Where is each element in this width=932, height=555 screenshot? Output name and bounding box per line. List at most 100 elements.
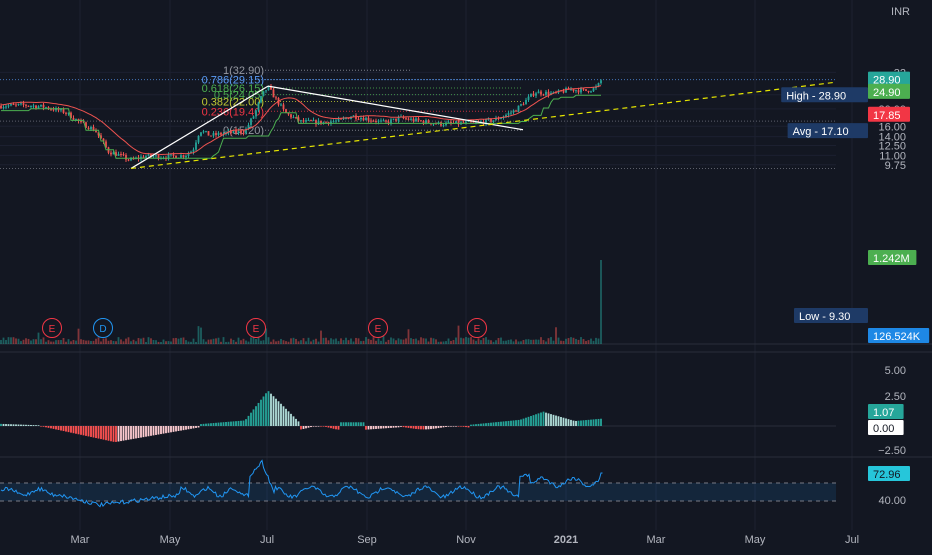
macd-histogram-bar [117,426,120,442]
macd-histogram-bar [420,426,422,430]
volume-bar [307,337,310,344]
macd-histogram-bar [390,426,392,428]
chart-canvas[interactable]: 1(32.90)0.786(29.15)0.618(26.15)0.5(24.0… [0,0,932,550]
avg-badge: Avg - 17.10 [793,126,849,138]
candle-body [465,121,467,124]
candle-body [265,90,267,92]
macd-histogram-bar [412,426,415,429]
volume-bar [80,339,82,344]
macd-histogram-bar [2,423,5,426]
macd-histogram-bar [382,426,385,429]
candle-body [200,132,202,136]
macd-histogram-bar [232,421,235,426]
volume-bar [412,339,415,344]
volume-bar [180,337,182,344]
macd-histogram-bar [150,426,152,436]
volume-bar [35,339,37,344]
volume-bar [565,338,567,344]
volume-bar [522,339,525,344]
time-tick-label: 2021 [554,534,578,546]
rsi-panel [0,459,836,508]
macd-histogram-bar [342,422,345,426]
candle-body [182,155,185,158]
macd-histogram-bar [32,425,35,426]
macd-histogram-bar [132,426,135,439]
candle-body [332,121,335,123]
candle-body [512,110,515,113]
volume-bar [10,337,12,344]
volume-bar [170,341,172,344]
macd-histogram-bar [445,426,447,427]
macd-histogram-bar [220,422,222,426]
macd-histogram-bar [447,426,450,427]
candle-body [405,118,407,120]
candle-body [490,118,492,122]
volume-bar [577,339,580,344]
volume-bar [272,339,275,344]
macd-histogram-bar [292,416,295,426]
candle-body [292,117,295,119]
macd-histogram-bar [492,422,495,426]
macd-histogram-bar [600,418,602,426]
event-marker-label: E [375,324,382,335]
macd-histogram-bar [585,420,587,426]
macd-histogram-bar [537,413,540,426]
candle-body [390,119,392,124]
volume-bar [375,340,377,344]
volume-bar [130,341,132,344]
macd-histogram-bar [280,403,282,426]
time-tick-label: Nov [456,534,476,546]
candle-body [415,118,417,122]
volume-bar [322,337,325,344]
candle-body [25,104,27,106]
volume-bar [562,340,565,344]
volume-bar [290,338,292,344]
macd-histogram-bar [35,425,37,426]
candle-body [300,120,302,122]
macd-histogram-bar [85,426,87,436]
volume-bar [355,337,357,344]
candle-body [367,117,370,121]
volume-bar [495,340,497,344]
volume-bar [65,341,67,344]
macd-histogram-bar [555,415,557,426]
macd-histogram-bar [145,426,147,437]
candle-body [95,130,97,133]
volume-bar [195,341,197,344]
volume-bar [12,337,15,344]
volume-bar [60,340,62,344]
volume-bar [255,338,257,344]
candle-body [80,120,82,122]
macd-histogram-bar [510,420,512,426]
volume-bar [525,339,527,344]
candle-body [580,88,582,93]
volume-bar [342,340,345,344]
chart-stage[interactable]: 1(32.90) 0.786(29.15) 0.618(26.15) 0.5(24.0… [0,0,932,550]
macd-histogram-bar [147,426,150,437]
volume-bar [82,339,85,344]
volume-bar [222,337,225,344]
macd-histogram-bar [550,414,552,426]
volume-bar [345,337,347,344]
candle-body [545,91,547,95]
macd-histogram-bar [297,421,300,426]
macd-histogram-bar [235,421,237,426]
macd-histogram-bar [260,399,262,426]
volume-bar [55,340,57,344]
macd-histogram-bar [595,419,597,426]
candle-body [492,120,495,122]
volume-bar [365,337,367,344]
volume-bar [157,341,160,344]
volume-bar [387,339,390,344]
candle-body [290,114,292,118]
macd-histogram-bar [310,426,312,428]
macd-histogram-bar [580,420,582,426]
volume-bar [530,339,532,344]
macd-histogram-bar [427,426,430,430]
candle-body [447,121,450,123]
volume-bar [292,337,295,344]
volume-bar [45,341,47,344]
candle-body [152,156,155,158]
macd-histogram-bar [507,420,510,426]
volume-bar [460,337,462,344]
